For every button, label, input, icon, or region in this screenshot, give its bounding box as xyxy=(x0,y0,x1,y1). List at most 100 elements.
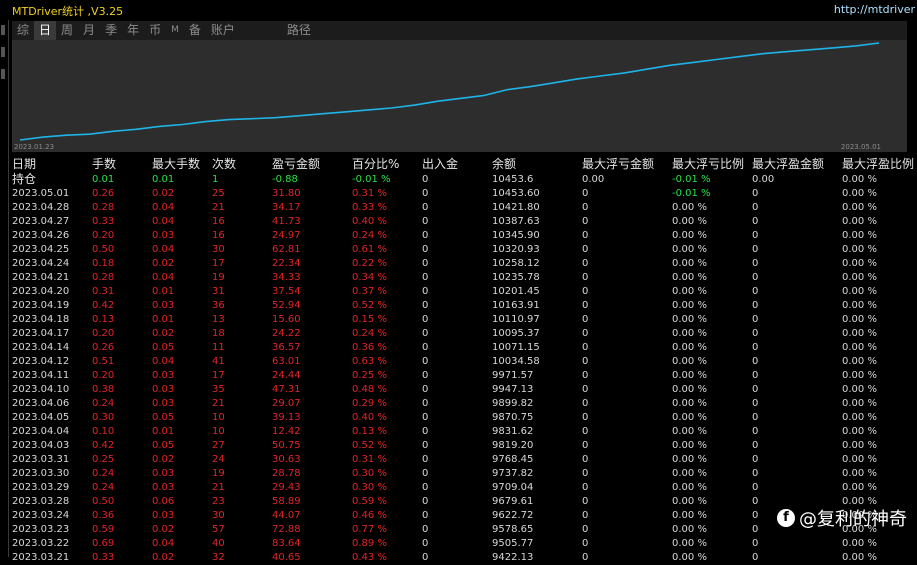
table-row[interactable]: 2023.03.29 0.24 0.03 21 29.43 0.30 % 0 9709.04 0… xyxy=(12,481,917,495)
table-row[interactable]: 2023.03.22 0.69 0.04 40 83.64 0.89 % 0 9505.77 0… xyxy=(12,537,917,551)
table-row[interactable]: 2023.04.21 0.28 0.04 19 34.33 0.34 % 0 10235.78… xyxy=(12,271,917,285)
cell-count: 10 xyxy=(212,426,225,437)
table-row[interactable]: 2023.03.31 0.25 0.02 24 30.63 0.31 % 0 9768.45 0… xyxy=(12,453,917,467)
tab-monthly[interactable]: 月 xyxy=(78,21,100,40)
col-header-max-float-profit[interactable]: 最大浮盈金额 xyxy=(752,157,824,172)
cell-count: 19 xyxy=(212,272,225,283)
cell-balance: 10421.80 xyxy=(492,202,540,213)
cell-date: 2023.04.26 xyxy=(12,230,70,241)
cell-lots: 0.24 xyxy=(92,398,115,409)
table-row[interactable]: 2023.03.21 0.33 0.02 32 40.65 0.43 % 0 9422.13 0… xyxy=(12,551,917,565)
col-header-max-float-loss[interactable]: 最大浮亏金额 xyxy=(582,157,654,172)
cell-date: 2023.03.21 xyxy=(12,552,70,563)
cell-lots: 0.13 xyxy=(92,314,115,325)
col-header-max-float-loss-pct[interactable]: 最大浮亏比例 xyxy=(672,157,744,172)
table-row[interactable]: 2023.05.01 0.26 0.02 25 31.80 0.31 % 0 10453.60… xyxy=(12,187,917,201)
cell-balance: 9947.13 xyxy=(492,384,534,395)
col-header-lots[interactable]: 手数 xyxy=(92,157,116,172)
tab-daily[interactable]: 日 xyxy=(34,21,57,40)
cell-count: 16 xyxy=(212,216,225,227)
col-header-deposit[interactable]: 出入金 xyxy=(422,157,458,172)
cell-balance: 10235.78 xyxy=(492,272,540,283)
tab-yearly[interactable]: 年 xyxy=(122,21,144,40)
cell-balance: 10071.15 xyxy=(492,342,540,353)
cell-max-float-loss: 0 xyxy=(582,342,589,353)
cell-max-float-loss: 0 xyxy=(582,356,589,367)
col-header-pct[interactable]: 百分比% xyxy=(352,157,399,172)
table-row[interactable]: 2023.04.20 0.31 0.01 31 37.54 0.37 % 0 10201.45… xyxy=(12,285,917,299)
cell-max-lots: 0.04 xyxy=(152,202,175,213)
cell-max-float-loss-pct: 0.00 % xyxy=(672,342,707,353)
cell-pct: 0.40 % xyxy=(352,216,387,227)
table-row[interactable]: 2023.04.14 0.26 0.05 11 36.57 0.36 % 0 10071.15… xyxy=(12,341,917,355)
table-row[interactable]: 2023.04.12 0.51 0.04 41 63.01 0.63 % 0 10034.58… xyxy=(12,355,917,369)
app-url-link[interactable]: http://mtdriver xyxy=(834,3,915,16)
col-header-count[interactable]: 次数 xyxy=(212,157,236,172)
cell-pnl: 34.33 xyxy=(272,272,301,283)
table-row[interactable]: 2023.04.27 0.33 0.04 16 41.73 0.40 % 0 10387.63… xyxy=(12,215,917,229)
cell-max-float-profit-pct: 0.00 % xyxy=(842,356,877,367)
cell-max-float-profit-pct: 0.00 % xyxy=(842,552,877,563)
cell-deposit: 0 xyxy=(422,244,429,255)
table-row[interactable]: 2023.04.05 0.30 0.05 10 39.13 0.40 % 0 9870.75 0… xyxy=(12,411,917,425)
cell-date: 2023.04.18 xyxy=(12,314,70,325)
cell-deposit: 0 xyxy=(422,230,429,241)
table-row[interactable]: 2023.04.10 0.38 0.03 35 47.31 0.48 % 0 9947.13 0… xyxy=(12,383,917,397)
table-row[interactable]: 2023.04.24 0.18 0.02 17 22.34 0.22 % 0 10258.12… xyxy=(12,257,917,271)
cell-max-float-profit: 0 xyxy=(752,216,759,227)
cell-date: 2023.04.17 xyxy=(12,328,70,339)
table-header-row: 日期 手数 最大手数 次数 盈亏金额 百分比% 出入金 余额 最大浮亏金额 最大… xyxy=(12,157,917,172)
tab-path[interactable]: 路径 xyxy=(282,21,316,40)
table-row[interactable]: 2023.04.06 0.24 0.03 21 29.07 0.29 % 0 9899.82 0… xyxy=(12,397,917,411)
cell-balance: 10201.45 xyxy=(492,286,540,297)
cell-balance: 10034.58 xyxy=(492,356,540,367)
table-row[interactable]: 2023.04.03 0.42 0.05 27 50.75 0.52 % 0 9819.20 0… xyxy=(12,439,917,453)
table-row[interactable]: 2023.04.25 0.50 0.04 30 62.81 0.61 % 0 10320.93… xyxy=(12,243,917,257)
cell-max-lots: 0.01 xyxy=(152,314,175,325)
tab-m[interactable]: M xyxy=(166,21,184,40)
col-header-pnl[interactable]: 盈亏金额 xyxy=(272,157,320,172)
table-row[interactable]: 2023.04.17 0.20 0.02 18 24.22 0.24 % 0 10095.37… xyxy=(12,327,917,341)
cell-date: 2023.04.05 xyxy=(12,412,70,423)
tab-backup[interactable]: 备 xyxy=(184,21,206,40)
left-edge-ruler xyxy=(0,20,9,557)
tab-quarterly[interactable]: 季 xyxy=(100,21,122,40)
table-row[interactable]: 2023.04.28 0.28 0.04 21 34.17 0.33 % 0 10421.80… xyxy=(12,201,917,215)
open-max-float-loss: 0.00 xyxy=(582,174,605,185)
cell-max-float-loss-pct: 0.00 % xyxy=(672,258,707,269)
cell-max-float-loss: 0 xyxy=(582,524,589,535)
weibo-logo-icon: f xyxy=(777,509,795,527)
cell-max-lots: 0.03 xyxy=(152,398,175,409)
tab-weekly[interactable]: 周 xyxy=(56,21,78,40)
col-header-balance[interactable]: 余额 xyxy=(492,157,516,172)
tab-currency[interactable]: 币 xyxy=(144,21,166,40)
cell-deposit: 0 xyxy=(422,370,429,381)
cell-max-lots: 0.02 xyxy=(152,258,175,269)
tab-account[interactable]: 账户 xyxy=(206,21,240,40)
table-row[interactable]: 2023.04.19 0.42 0.03 36 52.94 0.52 % 0 10163.91… xyxy=(12,299,917,313)
cell-max-lots: 0.02 xyxy=(152,328,175,339)
cell-deposit: 0 xyxy=(422,552,429,563)
cell-count: 23 xyxy=(212,496,225,507)
table-row[interactable]: 2023.04.04 0.10 0.01 10 12.42 0.13 % 0 9831.62 0… xyxy=(12,425,917,439)
cell-pct: 0.40 % xyxy=(352,412,387,423)
table-row[interactable]: 2023.04.11 0.20 0.03 17 24.44 0.25 % 0 9971.57 0… xyxy=(12,369,917,383)
table-row[interactable]: 2023.04.18 0.13 0.01 13 15.60 0.15 % 0 10110.97… xyxy=(12,313,917,327)
open-position-row[interactable]: 持仓 0.01 0.01 1 -0.88 -0.01 % 0 10453.6 0… xyxy=(12,172,917,187)
cell-count: 30 xyxy=(212,244,225,255)
cell-max-float-profit: 0 xyxy=(752,230,759,241)
col-header-date[interactable]: 日期 xyxy=(12,157,36,172)
tab-summary[interactable]: 综 xyxy=(12,21,34,40)
open-pnl: -0.88 xyxy=(272,174,298,185)
col-header-max-lots[interactable]: 最大手数 xyxy=(152,157,200,172)
cell-date: 2023.04.21 xyxy=(12,272,70,283)
cell-lots: 0.28 xyxy=(92,202,115,213)
title-bar: MTDriver统计 ,V3.25 http://mtdriver xyxy=(0,0,917,20)
cell-max-float-loss-pct: 0.00 % xyxy=(672,384,707,395)
table-row[interactable]: 2023.04.26 0.20 0.03 16 24.97 0.24 % 0 10345.90… xyxy=(12,229,917,243)
table-row[interactable]: 2023.03.30 0.24 0.03 19 28.78 0.30 % 0 9737.82 0… xyxy=(12,467,917,481)
cell-max-float-profit-pct: 0.00 % xyxy=(842,244,877,255)
cell-pct: 0.24 % xyxy=(352,328,387,339)
cell-pct: 0.30 % xyxy=(352,482,387,493)
col-header-max-float-profit-pct[interactable]: 最大浮盈比例 xyxy=(842,157,914,172)
